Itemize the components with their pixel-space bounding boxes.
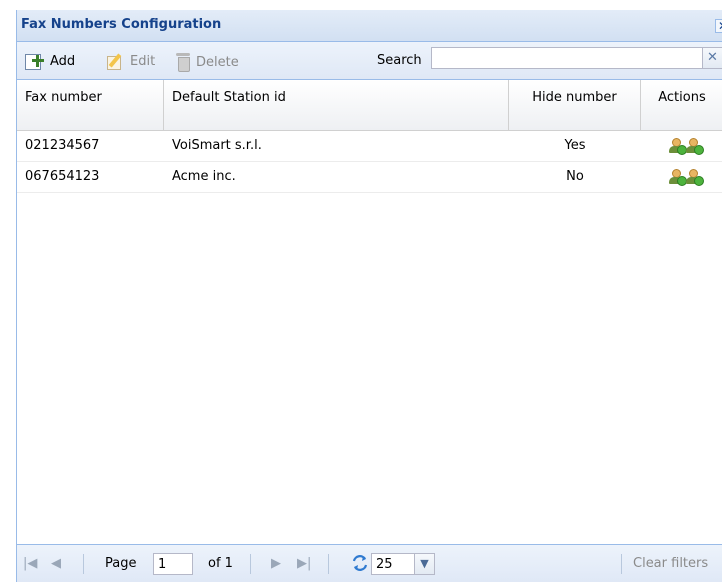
table-row[interactable]: 021234567 VoiSmart s.r.l. Yes <box>17 131 722 162</box>
users-add-icon[interactable] <box>686 138 704 155</box>
search-label: Search <box>377 53 422 68</box>
page-label: Page <box>105 556 137 571</box>
fax-number-cell: 067654123 <box>25 169 100 184</box>
trash-icon <box>175 53 191 72</box>
edit-label: Edit <box>130 53 156 69</box>
toolbar: Add Edit Delete Search ✕ <box>17 42 722 80</box>
window-titlebar: Fax Numbers Configuration ✕ <box>17 10 722 42</box>
next-page-icon[interactable]: ▶ <box>271 556 281 571</box>
search-input[interactable] <box>431 47 703 69</box>
user-add-icon[interactable] <box>669 169 687 186</box>
fax-number-cell: 021234567 <box>25 138 100 153</box>
delete-label: Delete <box>196 54 239 70</box>
search-clear-button[interactable]: ✕ <box>703 47 722 69</box>
close-button[interactable]: ✕ <box>715 19 722 33</box>
add-button[interactable]: Add <box>25 53 76 70</box>
fax-numbers-window: Fax Numbers Configuration ✕ Add Edit Del… <box>16 10 722 582</box>
column-header-station[interactable]: Default Station id <box>164 80 509 130</box>
station-cell: VoiSmart s.r.l. <box>172 138 262 153</box>
paging-toolbar: |◀ ◀ Page of 1 ▶ ▶| ▼ Clear filters <box>17 544 722 582</box>
clear-filters-button[interactable]: Clear filters <box>633 556 708 571</box>
hide-number-cell: Yes <box>564 138 586 153</box>
column-header-hide-number[interactable]: Hide number <box>509 80 641 130</box>
column-header-fax-number[interactable]: Fax number <box>17 80 164 130</box>
edit-button[interactable]: Edit <box>107 53 156 70</box>
add-label: Add <box>50 53 76 69</box>
page-count-label: of 1 <box>208 556 233 571</box>
refresh-icon[interactable] <box>351 554 369 572</box>
page-size-select[interactable] <box>371 553 415 575</box>
add-icon <box>25 53 45 70</box>
edit-icon <box>107 53 125 70</box>
page-number-input[interactable] <box>153 553 193 575</box>
grid-header: Fax number Default Station id Hide numbe… <box>17 80 722 131</box>
chevron-down-icon[interactable]: ▼ <box>415 553 435 575</box>
users-add-icon[interactable] <box>686 169 704 186</box>
delete-button[interactable]: Delete <box>175 53 239 72</box>
previous-page-icon[interactable]: ◀ <box>51 556 61 571</box>
window-title: Fax Numbers Configuration <box>21 17 222 32</box>
station-cell: Acme inc. <box>172 169 236 184</box>
user-add-icon[interactable] <box>669 138 687 155</box>
column-header-actions: Actions <box>658 90 706 105</box>
hide-number-cell: No <box>566 169 584 184</box>
last-page-icon[interactable]: ▶| <box>297 556 311 571</box>
first-page-icon[interactable]: |◀ <box>23 556 37 571</box>
table-row[interactable]: 067654123 Acme inc. No <box>17 162 722 193</box>
